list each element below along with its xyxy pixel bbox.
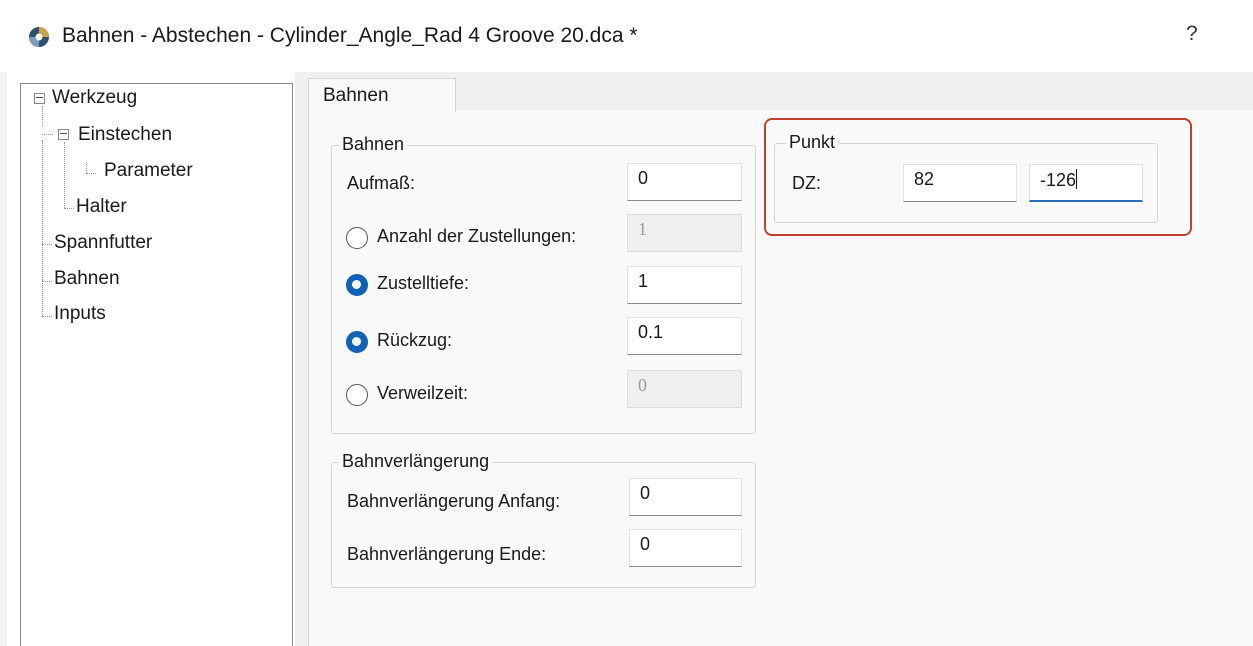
tree-item-werkzeug[interactable]: Werkzeug (52, 87, 137, 109)
tree-connector (42, 244, 52, 245)
verweilzeit-radio[interactable] (346, 384, 368, 406)
verweilzeit-label: Verweilzeit: (377, 383, 469, 403)
tree-connector (42, 280, 43, 316)
zustelltiefe-label: Zustelltiefe: (377, 273, 470, 293)
gear-app-icon (29, 27, 49, 47)
anzahl-zustellungen-label: Anzahl der Zustellungen: (377, 226, 577, 246)
tree-connector (64, 142, 65, 208)
bahnverlaengerung-anfang-label: Bahnverlängerung Anfang: (347, 491, 561, 511)
tab-bahnen[interactable]: Bahnen (308, 78, 456, 112)
tree-connector (42, 106, 43, 126)
tree-item-inputs[interactable]: Inputs (54, 303, 106, 325)
tree-connector (64, 208, 74, 209)
tree-item-parameter[interactable]: Parameter (104, 160, 193, 182)
bahnverlaengerung-anfang-input[interactable]: 0 (629, 478, 742, 516)
tree-item-spannfutter[interactable]: Spannfutter (54, 232, 152, 254)
rueckzug-label: Rückzug: (377, 330, 453, 350)
bahnverlaengerung-ende-label: Bahnverlängerung Ende: (347, 544, 547, 564)
aufmass-label: Aufmaß: (347, 173, 416, 193)
tree-connector (42, 134, 53, 135)
collapse-toggle-werkzeug[interactable]: − (34, 92, 45, 104)
tree-connector (86, 162, 87, 173)
anzahl-zustellungen-input: 1 (627, 214, 742, 252)
tree-connector (42, 140, 43, 280)
tree-connector (86, 173, 96, 174)
tree-connector (42, 281, 52, 282)
collapse-toggle-einstechen[interactable]: − (58, 128, 69, 140)
verweilzeit-input: 0 (627, 370, 742, 408)
tree-item-einstechen[interactable]: Einstechen (78, 124, 172, 146)
rueckzug-input[interactable]: 0.1 (627, 317, 742, 355)
bahnen-group-title: Bahnen (339, 134, 408, 155)
window-frame-left (0, 72, 7, 646)
rueckzug-radio[interactable] (346, 331, 368, 353)
tree-item-bahnen[interactable]: Bahnen (54, 268, 120, 290)
zustelltiefe-input[interactable]: 1 (627, 266, 742, 304)
title-bar: Bahnen - Abstechen - Cylinder_Angle_Rad … (0, 0, 1253, 72)
bahnverlaengerung-ende-input[interactable]: 0 (629, 529, 742, 567)
help-button[interactable]: ? (1186, 22, 1198, 46)
annotation-highlight-box (764, 118, 1192, 236)
anzahl-zustellungen-radio[interactable] (346, 227, 368, 249)
aufmass-input[interactable]: 0 (627, 163, 742, 201)
tree-connector (42, 316, 52, 317)
bahnverlaengerung-group-title: Bahnverlängerung (339, 451, 493, 472)
zustelltiefe-radio[interactable] (346, 274, 368, 296)
window-title: Bahnen - Abstechen - Cylinder_Angle_Rad … (62, 24, 638, 47)
tree-item-halter[interactable]: Halter (76, 196, 127, 218)
panel-splitter (295, 72, 308, 646)
